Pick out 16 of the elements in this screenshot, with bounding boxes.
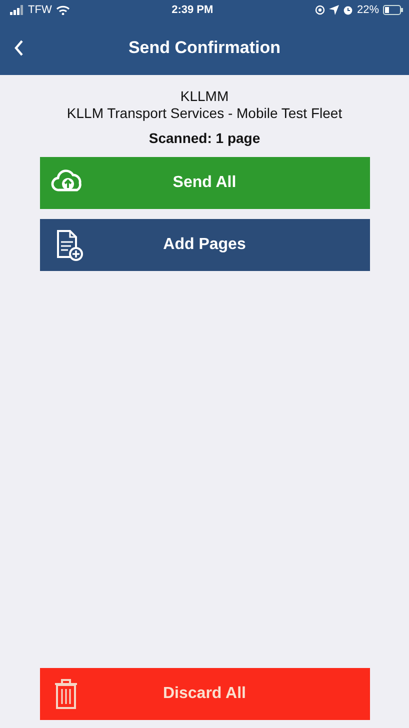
screen-title: Send Confirmation xyxy=(127,38,282,58)
location-arrow-icon xyxy=(328,5,339,15)
status-time: 2:39 PM xyxy=(172,4,214,16)
fleet-code: KLLMM xyxy=(180,88,229,105)
scanned-count: Scanned: 1 page xyxy=(148,130,260,146)
carrier-name: TFW xyxy=(28,4,52,16)
discard-all-button[interactable]: Discard All xyxy=(40,668,370,720)
battery-percent: 22% xyxy=(356,4,379,16)
signal-icon xyxy=(10,5,24,15)
send-all-button[interactable]: Send All xyxy=(40,157,370,209)
add-pages-button[interactable]: Add Pages xyxy=(40,219,370,271)
wifi-icon xyxy=(56,5,70,15)
company-name: KLLM Transport Services - Mobile Test Fleet xyxy=(66,105,342,122)
battery-icon xyxy=(383,5,403,15)
chevron-left-icon xyxy=(14,40,24,56)
alarm-clock-icon xyxy=(342,5,353,15)
